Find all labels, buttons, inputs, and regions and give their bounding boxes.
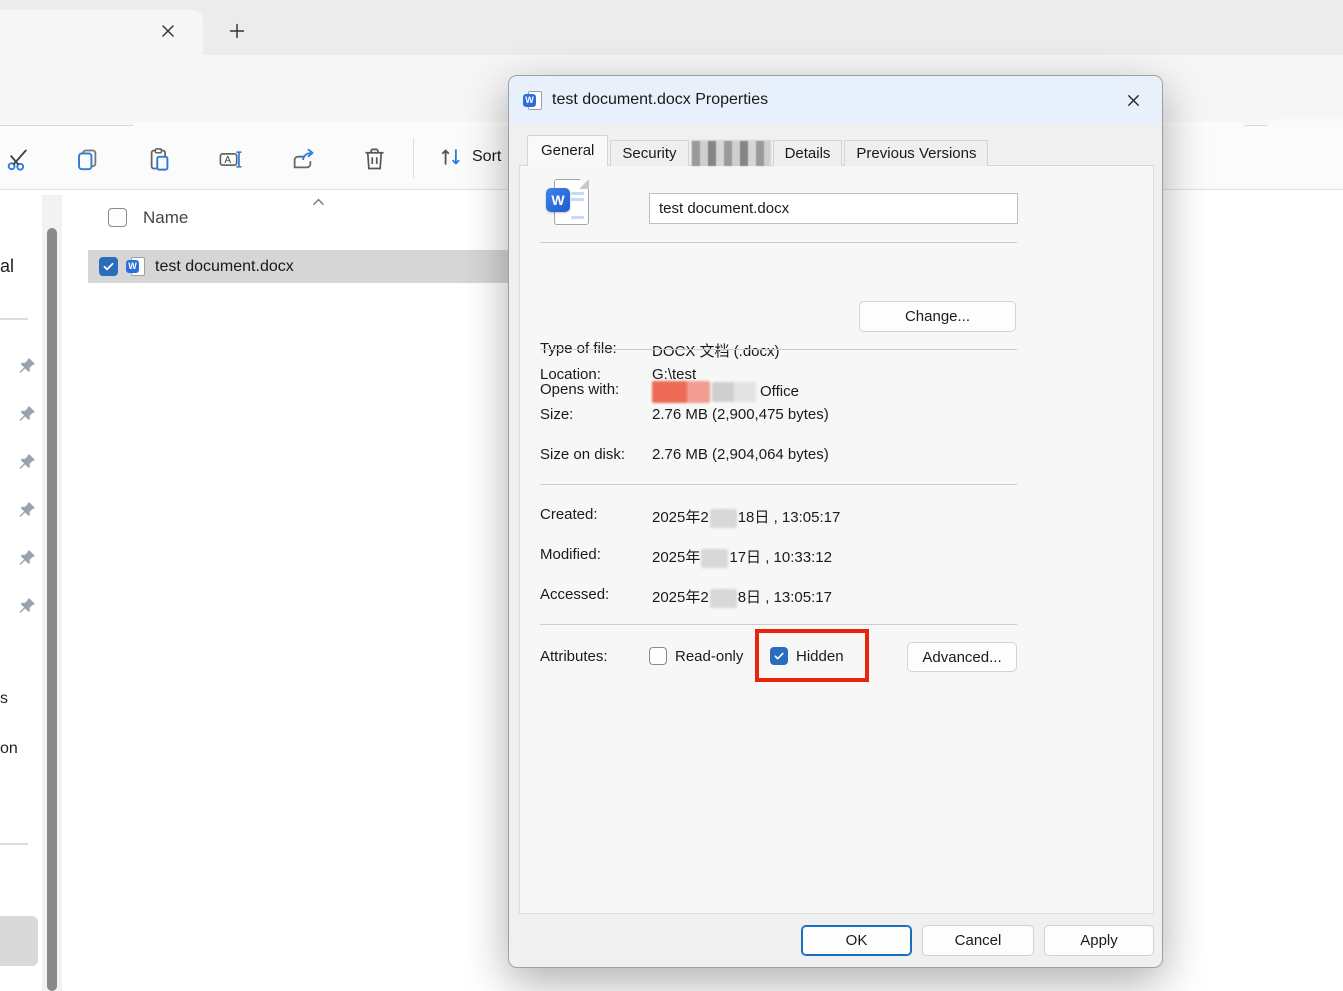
share-button[interactable] xyxy=(289,144,319,174)
plus-icon xyxy=(226,20,252,42)
sidebar-divider xyxy=(0,843,28,845)
size-value: 2.76 MB (2,900,475 bytes) xyxy=(652,406,829,423)
section-divider xyxy=(540,624,1017,625)
tab-close-button[interactable] xyxy=(158,18,184,44)
censored-date-part xyxy=(710,589,737,608)
pin-icon xyxy=(16,452,37,473)
paste-icon xyxy=(146,146,176,173)
check-icon xyxy=(102,260,115,273)
word-file-icon: W xyxy=(126,256,147,277)
red-highlight-annotation xyxy=(755,629,869,682)
tab-censored[interactable] xyxy=(691,140,771,166)
svg-text:A: A xyxy=(224,155,231,166)
copy-button[interactable] xyxy=(74,144,104,174)
column-header-name[interactable]: Name xyxy=(143,208,188,228)
paste-button[interactable] xyxy=(146,144,176,174)
created-value: 2025年218日 , 13:05:17 xyxy=(652,506,840,528)
close-icon xyxy=(158,21,184,41)
readonly-label[interactable]: Read-only xyxy=(675,648,743,665)
type-of-file-value: DOCX 文档 (.docx) xyxy=(652,340,780,361)
sidebar-item-fragment[interactable]: s xyxy=(0,690,8,708)
location-value: G:\test xyxy=(652,366,696,383)
sidebar-divider xyxy=(0,318,28,320)
explorer-window: This PC Donemax (G:) Search A Sort xyxy=(0,0,1343,991)
pin-icon xyxy=(16,404,37,425)
opens-with-value: Office xyxy=(652,381,799,403)
dialog-tabstrip: General Security Details Previous Versio… xyxy=(527,135,990,166)
size-label: Size: xyxy=(540,406,573,423)
censored-date-part xyxy=(710,509,737,528)
pin-icon xyxy=(16,356,37,377)
file-name: test document.docx xyxy=(155,258,294,276)
tab-security[interactable]: Security xyxy=(610,140,688,166)
word-file-icon-large: W xyxy=(546,179,590,231)
section-divider xyxy=(540,484,1017,485)
section-divider xyxy=(540,349,1017,350)
scrollbar-thumb[interactable] xyxy=(47,228,57,991)
trash-icon xyxy=(361,146,391,173)
tab-previous-versions[interactable]: Previous Versions xyxy=(844,140,988,166)
select-all-checkbox[interactable] xyxy=(108,208,127,227)
file-row[interactable]: W test document.docx xyxy=(88,250,512,283)
sort-icon xyxy=(438,144,464,170)
accessed-value: 2025年28日 , 13:05:17 xyxy=(652,586,832,608)
accessed-label: Accessed: xyxy=(540,586,609,603)
censored-date-part xyxy=(701,549,728,568)
sidebar-item-fragment[interactable]: al xyxy=(0,256,14,277)
pin-icon xyxy=(16,500,37,521)
size-on-disk-label: Size on disk: xyxy=(540,446,625,463)
attributes-label: Attributes: xyxy=(540,648,608,665)
copy-icon xyxy=(74,146,104,173)
sort-label: Sort xyxy=(472,148,501,166)
created-label: Created: xyxy=(540,506,598,523)
size-on-disk-value: 2.76 MB (2,904,064 bytes) xyxy=(652,446,829,463)
location-label: Location: xyxy=(540,366,601,383)
sidebar-item-highlight[interactable] xyxy=(0,916,38,966)
new-tab-button[interactable] xyxy=(226,18,252,44)
row-checkbox-checked[interactable] xyxy=(99,257,118,276)
ok-button[interactable]: OK xyxy=(801,925,912,956)
tab-general[interactable]: General xyxy=(527,135,608,166)
cancel-button[interactable]: Cancel xyxy=(922,925,1034,956)
censored-app-icon xyxy=(652,381,710,403)
explorer-tab-bar xyxy=(0,0,1343,55)
pin-icon xyxy=(16,548,37,569)
sort-button[interactable]: Sort xyxy=(438,144,501,170)
delete-button[interactable] xyxy=(361,144,391,174)
toolbar-divider xyxy=(413,138,414,178)
dialog-title: test document.docx Properties xyxy=(552,91,768,109)
filename-input[interactable] xyxy=(649,193,1018,224)
general-tab-page xyxy=(519,165,1154,914)
rename-button[interactable]: A xyxy=(217,144,247,174)
pin-icon xyxy=(16,596,37,617)
cut-button[interactable] xyxy=(6,144,36,174)
rename-icon: A xyxy=(217,146,247,173)
advanced-button[interactable]: Advanced... xyxy=(907,642,1017,672)
section-divider xyxy=(540,242,1017,243)
tab-details[interactable]: Details xyxy=(773,140,843,166)
opens-with-label: Opens with: xyxy=(540,381,619,398)
censored-app-name xyxy=(712,382,756,402)
sidebar-item-fragment[interactable]: on xyxy=(0,740,18,758)
dialog-titlebar: W test document.docx Properties xyxy=(509,76,1162,124)
modified-value: 2025年17日 , 10:33:12 xyxy=(652,546,832,568)
dialog-close-button[interactable] xyxy=(1114,84,1152,116)
share-icon xyxy=(289,146,319,173)
cut-icon xyxy=(6,146,36,173)
properties-dialog: W test document.docx Properties General … xyxy=(508,75,1163,968)
change-button[interactable]: Change... xyxy=(859,301,1016,332)
readonly-checkbox[interactable] xyxy=(649,647,667,665)
sort-ascending-caret-icon[interactable] xyxy=(310,194,327,211)
apply-button[interactable]: Apply xyxy=(1044,925,1154,956)
sidebar-scrollbar[interactable] xyxy=(42,195,62,991)
modified-label: Modified: xyxy=(540,546,601,563)
close-icon xyxy=(1124,91,1143,110)
word-file-icon: W xyxy=(523,90,544,111)
